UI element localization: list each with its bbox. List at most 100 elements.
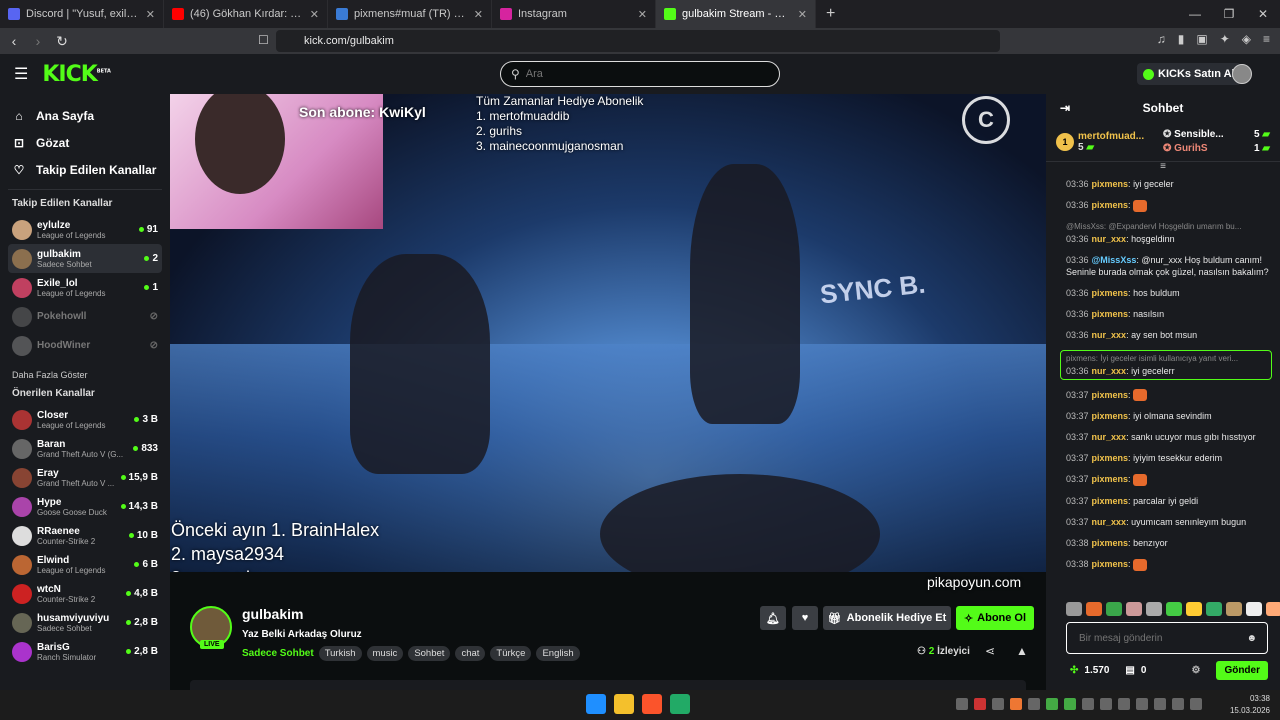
buy-kicks-button[interactable]: KICKs Satın Al	[1137, 63, 1241, 85]
channel-item[interactable]: Closer League of Legends 3 B	[8, 405, 162, 434]
shield-icon[interactable]: ◈	[1242, 32, 1251, 46]
message-user[interactable]: nur_xxx	[1092, 234, 1127, 244]
message-user[interactable]: @MissXss	[1092, 255, 1137, 265]
user-avatar[interactable]	[1232, 64, 1252, 84]
channel-item[interactable]: Elwind League of Legends 6 B	[8, 550, 162, 579]
chat-input[interactable]	[1079, 632, 1239, 644]
message-user[interactable]: nur_xxx	[1092, 517, 1127, 527]
tab-close-icon[interactable]: ✕	[798, 8, 807, 21]
report-icon[interactable]: ▲	[1016, 644, 1028, 658]
emote-icon[interactable]	[1126, 602, 1142, 616]
message-user[interactable]: pixmens	[1092, 453, 1129, 463]
emote-icon[interactable]	[1266, 602, 1280, 616]
tray-icon[interactable]	[1100, 698, 1112, 710]
reply-context[interactable]: @MissXss: @Expandervl Hoşgeldin umarım b…	[1066, 221, 1272, 233]
message-user[interactable]: pixmens	[1092, 538, 1129, 548]
back-icon[interactable]: ‹	[4, 33, 24, 49]
emote-icon[interactable]	[1246, 602, 1262, 616]
sidebar-item-2[interactable]: ♡ Takip Edilen Kanallar	[8, 156, 162, 183]
kicks-count[interactable]: 0	[1141, 665, 1147, 676]
windows-start-icon[interactable]	[586, 694, 606, 714]
forward-icon[interactable]: ›	[28, 33, 48, 49]
tray-icon[interactable]	[992, 698, 1004, 710]
pinned-toggle-icon[interactable]: ≡	[1046, 162, 1280, 172]
show-more-link[interactable]: Daha Fazla Göster	[12, 370, 162, 380]
top-gifter-2[interactable]: ✪ Sensible... 5 ▰	[1163, 128, 1270, 142]
notification-button[interactable]: 🔔︎	[760, 606, 786, 630]
tab-close-icon[interactable]: ✕	[474, 8, 483, 21]
follow-button[interactable]: ♥	[792, 606, 818, 630]
browser-tab[interactable]: gulbakim Stream - Watch Liv ✕	[656, 0, 816, 28]
tray-icon[interactable]	[1136, 698, 1148, 710]
message-user[interactable]: pixmens	[1092, 390, 1129, 400]
message-user[interactable]: pixmens	[1092, 309, 1129, 319]
tray-icon[interactable]	[1064, 698, 1076, 710]
subscribe-button[interactable]: ✧ Abone Ol	[956, 606, 1034, 630]
search-bar[interactable]: ⚲	[500, 61, 780, 87]
brave-browser-icon[interactable]	[642, 694, 662, 714]
channel-item[interactable]: wtcN Counter-Strike 2 4,8 B	[8, 579, 162, 608]
gift-sub-button[interactable]: 🎁︎ Abonelik Hediye Et	[823, 606, 951, 630]
top-gifter-1[interactable]: 1 mertofmuad... 5 ▰	[1056, 131, 1163, 153]
tray-icon[interactable]	[1082, 698, 1094, 710]
message-user[interactable]: pixmens	[1092, 474, 1129, 484]
collapse-chat-icon[interactable]: ⇥	[1060, 101, 1070, 115]
tray-icon[interactable]	[1172, 698, 1184, 710]
bookmark-icon[interactable]: ☐	[258, 33, 269, 47]
emote-icon[interactable]	[1086, 602, 1102, 616]
message-user[interactable]: nur_xxx	[1092, 432, 1127, 442]
channel-item[interactable]: gulbakim Sadece Sohbet 2	[8, 244, 162, 273]
channel-item[interactable]: RRaenee Counter-Strike 2 10 B	[8, 521, 162, 550]
channel-item[interactable]: Pokehowll ⊘	[8, 302, 162, 331]
message-user[interactable]: pixmens	[1092, 288, 1129, 298]
browser-tab[interactable]: (46) Gökhan Kırdar: Tanrıdan Diledim ✕	[164, 0, 328, 28]
tray-icon[interactable]	[1010, 698, 1022, 710]
browser-tab[interactable]: pixmens#muaf (TR) - LeagueOfGraph ✕	[328, 0, 492, 28]
tab-close-icon[interactable]: ✕	[146, 8, 155, 21]
tag-chip[interactable]: chat	[455, 646, 486, 661]
message-user[interactable]: pixmens	[1092, 496, 1129, 506]
channel-item[interactable]: Hype Goose Goose Duck 14,3 B	[8, 492, 162, 521]
tag-chip[interactable]: English	[536, 646, 580, 661]
sidebar-icon[interactable]: ▮	[1178, 32, 1185, 46]
file-explorer-icon[interactable]	[614, 694, 634, 714]
tab-close-icon[interactable]: ✕	[310, 8, 319, 21]
reload-icon[interactable]: ↻	[52, 33, 72, 50]
channel-item[interactable]: Exile_lol League of Legends 1	[8, 273, 162, 302]
search-input[interactable]	[525, 68, 746, 80]
tab-close-icon[interactable]: ✕	[638, 8, 647, 21]
emote-icon[interactable]	[1066, 602, 1082, 616]
emote-icon[interactable]	[1206, 602, 1222, 616]
message-user[interactable]: nur_xxx	[1092, 366, 1127, 376]
emote-icon[interactable]	[1186, 602, 1202, 616]
tray-icon[interactable]	[1154, 698, 1166, 710]
tray-icon[interactable]	[1118, 698, 1130, 710]
maximize-icon[interactable]: ❐	[1212, 0, 1246, 28]
chat-settings-icon[interactable]: ⚙	[1191, 665, 1200, 676]
kick-logo[interactable]: KICKBETA	[42, 62, 111, 87]
tag-chip[interactable]: Turkish	[318, 646, 362, 661]
extension-icon[interactable]: ✦	[1220, 32, 1230, 46]
channel-item[interactable]: Eray Grand Theft Auto V ... 15,9 B	[8, 463, 162, 492]
channel-item[interactable]: HoodWiner ⊘	[8, 331, 162, 360]
message-user[interactable]: pixmens	[1092, 559, 1129, 569]
wallet-icon[interactable]: ▣	[1196, 32, 1207, 46]
channel-item[interactable]: eylulze League of Legends 91	[8, 215, 162, 244]
tray-icon[interactable]	[1028, 698, 1040, 710]
reply-context[interactable]: pixmens: İyi geceler isimli kullanıcıya …	[1066, 353, 1266, 365]
emote-icon[interactable]	[1226, 602, 1242, 616]
top-gifter-3[interactable]: ✪ GurihS 1 ▰	[1163, 142, 1270, 156]
clock[interactable]: 03:38 15.03.2026	[1230, 693, 1270, 717]
chat-input-box[interactable]: ☻	[1066, 622, 1268, 654]
message-user[interactable]: pixmens	[1092, 179, 1129, 189]
category-link[interactable]: Sadece Sohbet	[242, 648, 314, 659]
tag-chip[interactable]: Türkçe	[490, 646, 532, 661]
tag-chip[interactable]: music	[366, 646, 404, 661]
message-user[interactable]: pixmens	[1092, 200, 1129, 210]
channel-points[interactable]: 1.570	[1084, 665, 1109, 676]
tray-icon[interactable]	[974, 698, 986, 710]
music-icon[interactable]: ♫	[1157, 32, 1166, 46]
channel-item[interactable]: BarisG Ranch Simulator 2,8 B	[8, 637, 162, 666]
app-icon[interactable]	[670, 694, 690, 714]
channel-item[interactable]: Baran Grand Theft Auto V (G... 833	[8, 434, 162, 463]
